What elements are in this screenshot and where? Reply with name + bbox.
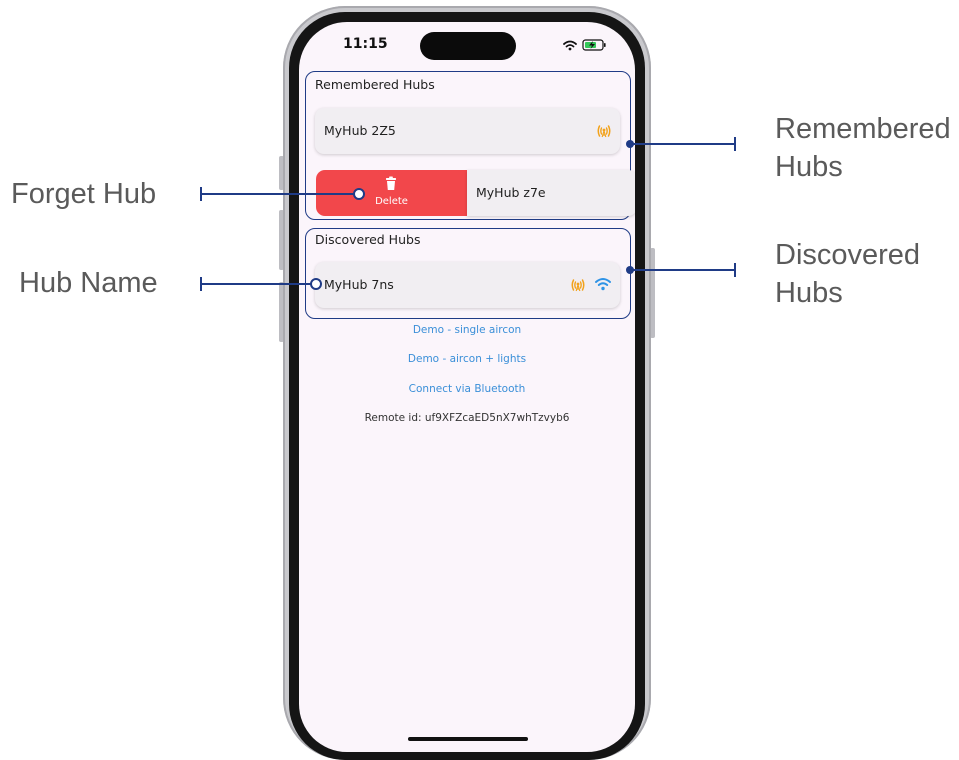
app-screen: 11:15 Remembered Hubs MyHub 2Z5 Delete M…	[299, 22, 635, 752]
hub-name-callout: Hub Name	[19, 267, 158, 299]
demo-single-aircon-link[interactable]: Demo - single aircon	[299, 324, 635, 336]
delete-button[interactable]: Delete	[316, 170, 467, 216]
broadcast-icon	[597, 125, 611, 138]
trash-icon	[386, 176, 396, 190]
remembered-callout-line2: Hubs	[775, 151, 843, 183]
hub-name: MyHub 7ns	[324, 277, 394, 292]
hub-card-z7e[interactable]: MyHub z7e	[467, 170, 635, 216]
dynamic-island	[420, 32, 516, 60]
remote-id: Remote id: uf9XFZcaED5nX7whTzvyb6	[364, 412, 570, 424]
hub-card-7ns[interactable]: MyHub 7ns	[315, 262, 620, 308]
discovered-hubs-callout: Discovered Hubs	[775, 236, 920, 312]
remembered-hubs-callout: Remembered Hubs	[775, 110, 951, 186]
delete-label: Delete	[375, 196, 408, 207]
status-icons	[563, 39, 606, 51]
connect-bluetooth-link[interactable]: Connect via Bluetooth	[299, 383, 635, 395]
hub-card-2z5[interactable]: MyHub 2Z5	[315, 108, 620, 154]
hub-name: MyHub z7e	[476, 185, 546, 200]
status-wifi-icon	[563, 40, 577, 51]
discovered-callout-line2: Hubs	[775, 277, 843, 309]
demo-aircon-lights-link[interactable]: Demo - aircon + lights	[299, 353, 635, 365]
remembered-hubs-title: Remembered Hubs	[315, 77, 435, 92]
hub-name: MyHub 2Z5	[324, 123, 396, 138]
battery-icon	[582, 39, 606, 51]
status-time: 11:15	[343, 36, 388, 52]
discovered-callout-line1: Discovered	[775, 239, 921, 271]
forget-hub-callout: Forget Hub	[11, 178, 157, 210]
broadcast-icon	[571, 279, 585, 292]
remembered-callout-line1: Remembered	[775, 113, 951, 145]
home-indicator[interactable]	[408, 737, 528, 741]
discovered-hubs-title: Discovered Hubs	[315, 232, 421, 247]
wifi-icon	[595, 278, 611, 291]
